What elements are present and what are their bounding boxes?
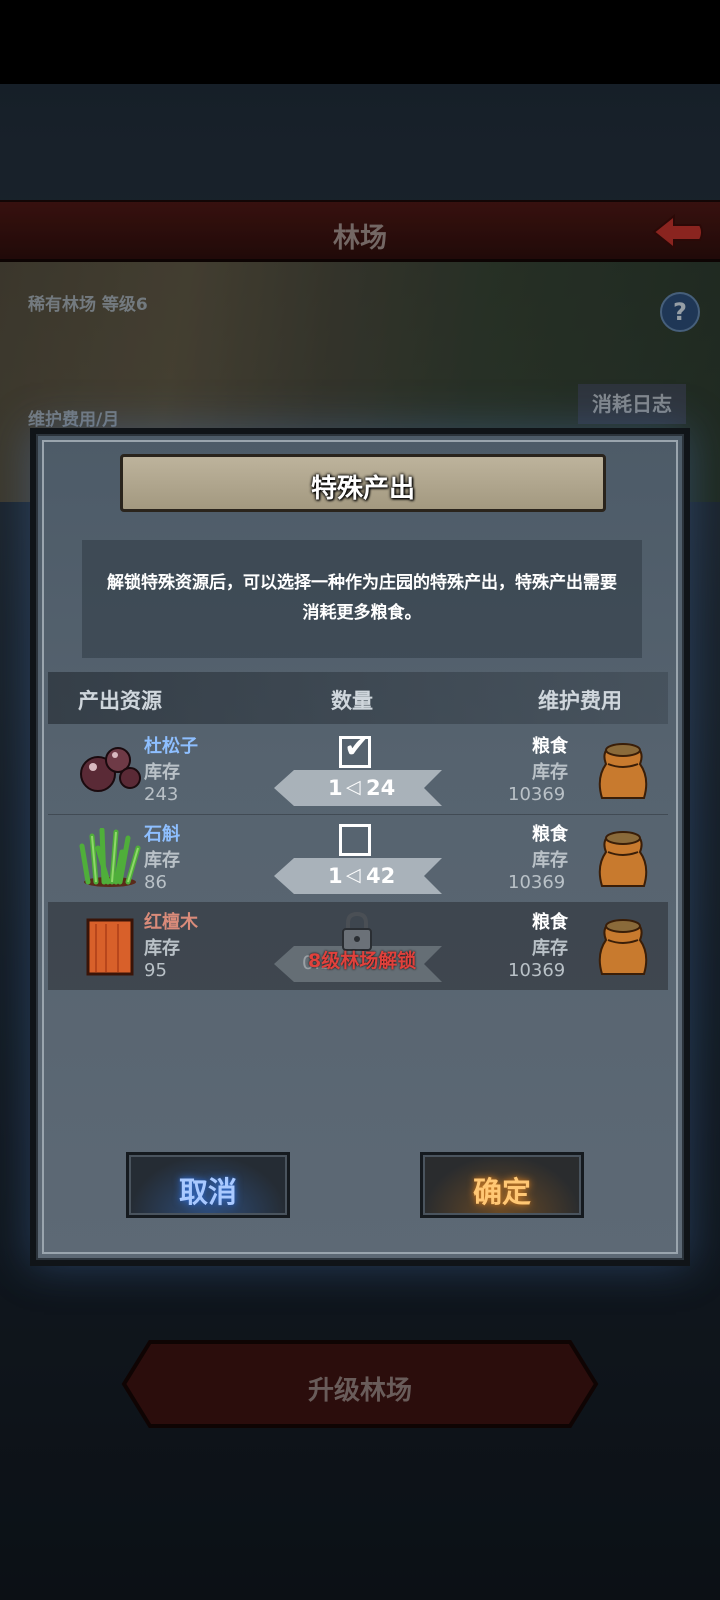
resource-name: 红檀木 [144,912,198,933]
checkmark-icon: ✔ [344,730,370,765]
dialog-title: 特殊产出 [310,474,415,504]
confirm-button-label: 确定 [472,1175,531,1209]
select-checkbox-unchecked[interactable] [339,824,371,856]
column-upkeep: 维护费用 [538,689,622,713]
ratio-cost: 24 [366,776,396,800]
stock-label: 库存 [144,762,180,783]
ratio-arrow-icon: ◁ [346,864,361,886]
resource-name: 杜松子 [144,736,198,757]
cost-stock-value: 10369 [508,872,566,893]
cost-stock-label: 库存 [532,938,568,959]
confirm-button[interactable]: 确定 [420,1152,584,1218]
stock-value: 243 [144,784,179,805]
column-resource: 产出资源 [78,689,162,713]
stock-value: 86 [144,872,167,893]
cost-stock-value: 10369 [508,784,566,805]
unlock-requirement: 8级林场解锁 [308,950,417,972]
cost-stock-label: 库存 [532,850,568,871]
resource-row-juniper[interactable]: 杜松子 库存 243 ✔ 1 ◁ 24 粮食 库存 10369 [48,726,668,814]
cost-resource-name: 粮食 [532,824,568,845]
column-headers: 产出资源 数量 维护费用 [48,672,668,724]
resource-row-dendrobium[interactable]: 石斛 库存 86 1 ◁ 42 粮食 库存 10369 [48,814,668,902]
cost-resource-name: 粮食 [532,736,568,757]
dendrobium-grass-icon [79,828,141,887]
resource-name: 石斛 [144,824,180,845]
red-sandalwood-icon [86,918,134,976]
dialog-title-plate: 特殊产出 [120,454,606,512]
stock-value: 95 [144,960,167,981]
cancel-button[interactable]: 取消 [126,1152,290,1218]
juniper-berry-icon [80,747,141,792]
grain-sack-icon [598,919,648,975]
description-text: 解锁特殊资源后，可以选择一种作为庄园的特殊产出，特殊产出需要消耗更多粮食。 [107,573,617,623]
stock-label: 库存 [144,850,180,871]
dialog-body: 特殊产出 解锁特殊资源后，可以选择一种作为庄园的特殊产出，特殊产出需要消耗更多粮… [36,434,684,1260]
grain-sack-icon [598,743,648,799]
resource-row-red-sandalwood: 红檀木 库存 95 0.2 8级林场解锁 粮食 库存 10369 [48,902,668,990]
description-box: 解锁特殊资源后，可以选择一种作为庄园的特殊产出，特殊产出需要消耗更多粮食。 [82,540,642,658]
ratio-cost: 42 [366,864,396,888]
grain-sack-icon [598,831,648,887]
stock-label: 库存 [144,938,180,959]
cancel-button-label: 取消 [178,1175,237,1209]
ratio-output: 1 [328,864,343,888]
ratio-output: 1 [328,776,343,800]
special-output-dialog: 特殊产出 解锁特殊资源后，可以选择一种作为庄园的特殊产出，特殊产出需要消耗更多粮… [30,428,690,1266]
column-quantity: 数量 [331,689,373,713]
select-checkbox-checked[interactable]: ✔ [339,730,371,768]
ratio-arrow-icon: ◁ [346,776,361,798]
cost-stock-label: 库存 [532,762,568,783]
status-bar [0,0,720,84]
cost-resource-name: 粮食 [532,912,568,933]
cost-stock-value: 10369 [508,960,566,981]
